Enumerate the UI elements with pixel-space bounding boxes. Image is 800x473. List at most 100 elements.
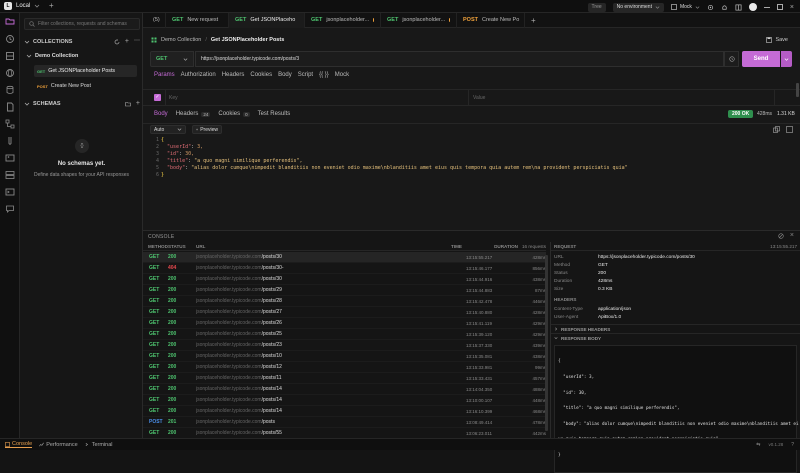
history-clock-button[interactable] [724,51,739,67]
response-headers-label: RESPONSE HEADERS [561,326,611,332]
header-key: User-Agent [554,314,579,320]
tab-variables[interactable]: {{ }} [319,72,329,78]
method-select[interactable]: GET [150,51,194,67]
tab-headers[interactable]: Headers [222,72,245,78]
tab-params[interactable]: Params [154,72,175,78]
response-headers-toggle[interactable]: RESPONSE HEADERS [551,324,800,333]
response-tab-cookies[interactable]: Cookies 0 [218,111,250,117]
tab-jsonplaceholder-1[interactable]: GET jsonplaceholder... [305,12,381,28]
more-dots-icon[interactable]: ⋯ [134,38,140,45]
clear-console-icon[interactable] [778,233,784,239]
copy-icon[interactable] [773,126,780,133]
collection-demo[interactable]: Demo Collection [26,51,140,60]
console-row[interactable]: GET 200 jsonplaceholder.typicode.com/posts… [143,285,546,296]
url-input[interactable]: https://jsonplaceholder.typicode.com/pos… [195,51,724,67]
sidebar-request-item[interactable]: POST Create New Post [34,80,137,92]
console-row[interactable]: GET 200 jsonplaceholder.typicode.com/posts… [143,406,546,417]
mock-toggle[interactable]: Mock [671,4,700,10]
tab-get-jsonplaceholder[interactable]: GET Get JSONPlaceho [229,12,305,28]
tab-create-new-post[interactable]: POST Create New Po [457,12,525,28]
console-row[interactable]: GET 200 jsonplaceholder.typicode.com/posts… [143,395,546,406]
tab-authorization[interactable]: Authorization [181,72,216,78]
console-row[interactable]: GET 200 jsonplaceholder.typicode.com/posts… [143,307,546,318]
console-row[interactable]: GET 200 jsonplaceholder.typicode.com/posts… [143,274,546,285]
image-icon[interactable] [5,153,15,163]
param-key-input[interactable]: Key [165,90,468,106]
new-tab-plus-icon[interactable]: + [525,16,542,25]
document-icon[interactable] [5,102,15,112]
add-collection-plus-icon[interactable]: + [125,38,129,45]
save-button[interactable]: Save [766,37,788,43]
minimize-icon[interactable] [763,6,770,8]
param-enabled-checkbox[interactable]: ✓ [154,94,161,101]
response-tab-headers[interactable]: Headers 24 [176,111,211,117]
environment-selector[interactable]: No environment [612,2,664,12]
environments-icon[interactable] [5,51,15,61]
flow-icon[interactable] [5,119,15,129]
console-row[interactable]: GET 200 jsonplaceholder.typicode.com/posts… [143,384,546,395]
tab-script[interactable]: Script [298,72,313,78]
new-window-plus-icon[interactable]: + [49,2,57,10]
console-row[interactable]: GET 200 jsonplaceholder.typicode.com/posts… [143,252,546,263]
bell-icon[interactable] [721,4,728,11]
console-row[interactable]: POST 201 jsonplaceholder.typicode.com/post… [143,417,546,428]
sync-icon[interactable]: ⇆ [756,442,760,448]
console-row[interactable]: GET 200 jsonplaceholder.typicode.com/posts… [143,340,546,351]
console-scrollbar[interactable] [545,255,548,431]
sidebar-search[interactable]: Filter collections, requests and schemas [24,18,140,30]
schemas-header[interactable]: SCHEMAS + [24,99,140,108]
tab-jsonplaceholder-2[interactable]: GET jsonplaceholder... [381,12,457,28]
panel-tab-performance[interactable]: Performance [39,442,78,448]
search-response-icon[interactable] [786,126,793,133]
avatar[interactable] [748,3,757,11]
test-tube-icon[interactable] [5,136,15,146]
terminal-icon[interactable] [5,187,15,197]
console-row[interactable]: GET 200 jsonplaceholder.typicode.com/posts… [143,318,546,329]
tabs-overview-button[interactable]: (5) [143,12,166,28]
response-body-toggle[interactable]: RESPONSE BODY [551,333,800,342]
layout-icon[interactable] [735,4,742,11]
request-scrollbar[interactable] [796,83,799,97]
response-body-editor[interactable]: { "userId": 3, "id": 30, "title": "a quo… [161,137,791,179]
console-row[interactable]: GET 200 jsonplaceholder.typicode.com/posts… [143,296,546,307]
collections-folder-icon[interactable] [5,16,15,26]
workspace-switcher[interactable]: L Local [4,2,40,10]
send-button[interactable]: Send [742,51,780,67]
console-row[interactable]: GET 200 jsonplaceholder.typicode.com/posts… [143,362,546,373]
database-icon[interactable] [5,85,15,95]
close-icon[interactable]: × [790,4,794,11]
server-icon[interactable] [5,170,15,180]
panel-tab-console[interactable]: Console [5,441,33,448]
format-select[interactable]: Auto [150,125,186,134]
tab-body[interactable]: Body [278,72,292,78]
preview-button[interactable]: Preview [192,125,222,134]
panel-tab-terminal[interactable]: Terminal [85,442,112,448]
tab-new-request[interactable]: GET New request [166,12,229,28]
new-folder-icon[interactable] [125,101,131,107]
console-row[interactable]: GET 404 jsonplaceholder.typicode.com/posts… [143,263,546,274]
body-line: } [558,453,561,459]
sidebar-request-item[interactable]: GET Get JSONPlaceholder Posts [34,65,137,77]
search-input[interactable]: Filter collections, requests and schemas [38,21,127,27]
param-value-input[interactable]: Value [468,90,774,106]
help-icon[interactable]: ? [791,442,794,448]
breadcrumb-collection[interactable]: Demo Collection [161,37,201,43]
tab-cookies[interactable]: Cookies [250,72,272,78]
collections-header[interactable]: COLLECTIONS + ⋯ [24,37,140,46]
response-tab-body[interactable]: Body [154,111,168,117]
settings-icon[interactable] [707,4,714,11]
globe-icon[interactable] [5,68,15,78]
add-schema-plus-icon[interactable]: + [136,100,140,107]
close-console-icon[interactable]: × [790,232,794,239]
tree-badge[interactable]: Tree [587,2,606,12]
history-clock-icon[interactable] [5,34,15,44]
chat-icon[interactable] [5,204,15,214]
response-tab-test-results[interactable]: Test Results [258,111,291,117]
console-row[interactable]: GET 200 jsonplaceholder.typicode.com/posts… [143,351,546,362]
tab-mock[interactable]: Mock [335,72,349,78]
console-row[interactable]: GET 200 jsonplaceholder.typicode.com/posts… [143,329,546,340]
maximize-icon[interactable] [776,4,783,10]
console-row[interactable]: GET 200 jsonplaceholder.typicode.com/posts… [143,373,546,384]
send-options-button[interactable] [781,51,792,67]
refresh-icon[interactable] [114,39,120,45]
